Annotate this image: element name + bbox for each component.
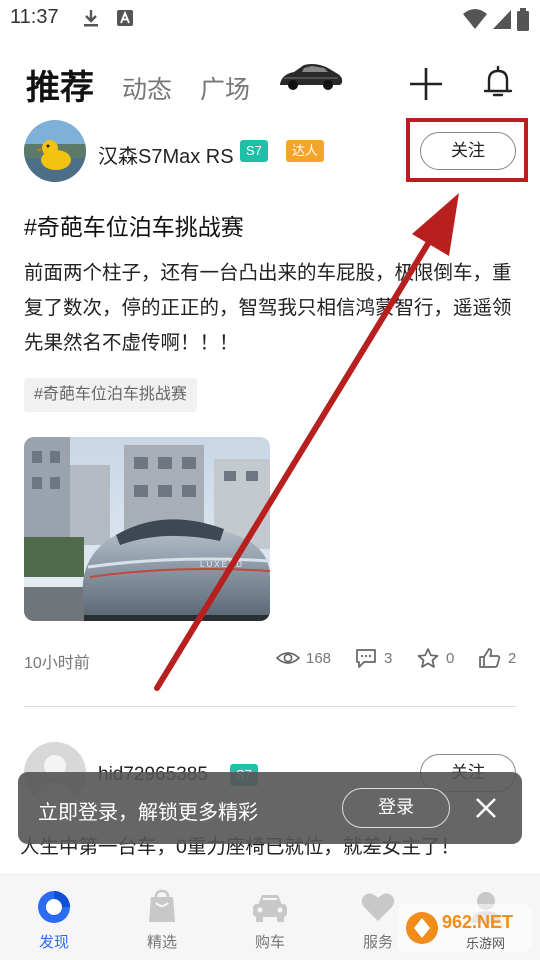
model-badge: S7	[240, 140, 268, 162]
car-brand-text: LUXEED	[200, 560, 244, 569]
tab-recommend[interactable]: 推荐	[26, 60, 94, 109]
nav-discover[interactable]: 发现	[14, 889, 94, 952]
comments-count: 3	[384, 649, 393, 667]
topic-tag[interactable]: #奇葩车位泊车挑战赛	[24, 378, 197, 412]
divider	[24, 706, 516, 707]
likes-stat[interactable]: 2	[478, 645, 516, 671]
battery-icon	[517, 8, 529, 31]
watermark-text: 962.NET	[442, 912, 513, 932]
site-watermark: 962.NET 乐游网	[398, 904, 532, 952]
comments-stat[interactable]: 3	[354, 645, 392, 671]
car-photo: LUXEED	[24, 437, 270, 621]
signal-icon	[493, 10, 511, 29]
views-count: 168	[306, 649, 332, 667]
post-title[interactable]: #奇葩车位泊车挑战赛	[24, 208, 244, 242]
nav-label: 购车	[254, 934, 285, 951]
avatar[interactable]	[24, 120, 86, 182]
post-image[interactable]: LUXEED	[24, 437, 270, 621]
car-icon	[253, 895, 287, 922]
post1-username[interactable]: 汉森S7Max RS	[98, 140, 234, 169]
tab-dynamic[interactable]: 动态	[122, 70, 172, 106]
nav-featured[interactable]: 精选	[122, 889, 202, 952]
nav-label: 发现	[38, 934, 69, 951]
annotation-box	[406, 118, 528, 182]
wifi-icon	[463, 9, 487, 29]
bag-icon	[149, 889, 175, 922]
likes-count: 2	[508, 649, 517, 667]
views-stat: 168	[276, 645, 331, 671]
login-prompt: 立即登录，解锁更多精彩 登录	[18, 772, 522, 844]
status-bar: 11:37	[0, 0, 540, 36]
favorites-stat[interactable]: 0	[416, 645, 454, 671]
comment-icon	[356, 649, 376, 668]
plus-icon[interactable]	[408, 66, 444, 102]
post-body[interactable]: 前面两个柱子，还有一台凸出来的车屁股，极限倒车，重复了数次，停的正正的，智驾我只…	[24, 256, 520, 361]
watermark-subtext: 乐游网	[466, 937, 505, 952]
thumb-up-icon	[479, 648, 501, 668]
login-button[interactable]: 登录	[342, 788, 450, 828]
nav-label: 精选	[146, 934, 177, 951]
post-time: 10小时前	[24, 655, 90, 672]
eye-icon	[276, 652, 300, 664]
nav-buy-car[interactable]: 购车	[230, 889, 310, 952]
header-tabs: 推荐 动态 广场	[0, 52, 540, 112]
bell-icon[interactable]	[482, 64, 514, 100]
expert-badge: 达人	[286, 140, 325, 162]
heart-icon	[361, 893, 395, 921]
download-icon	[84, 10, 98, 27]
status-time: 11:37	[10, 6, 59, 28]
car-tab-icon[interactable]	[276, 60, 344, 92]
favorites-count: 0	[446, 649, 455, 667]
duck-avatar-image	[24, 120, 86, 182]
discover-icon	[38, 891, 70, 923]
login-prompt-text: 立即登录，解锁更多精彩	[38, 802, 258, 824]
close-icon[interactable]	[474, 796, 498, 820]
star-icon	[417, 648, 439, 668]
a-notification-icon	[117, 10, 133, 26]
tab-plaza[interactable]: 广场	[200, 70, 250, 106]
